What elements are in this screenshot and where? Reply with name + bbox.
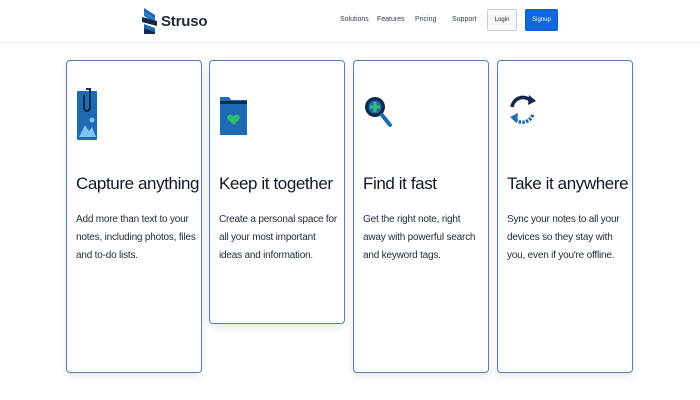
nav-features[interactable]: Features	[377, 14, 405, 26]
card-description: Create a personal space for all your mos…	[219, 214, 338, 261]
feature-card-anywhere: Take it anywhere Sync your notes to all …	[497, 60, 633, 373]
nav-pricing[interactable]: Pricing	[415, 14, 436, 26]
feature-card-capture: Capture anything Add more than text to y…	[66, 60, 202, 373]
card-title: Take it anywhere	[507, 174, 629, 193]
folder-heart-icon	[219, 94, 251, 148]
nav-support[interactable]: Support	[452, 14, 477, 26]
card-description: Add more than text to your notes, includ…	[76, 214, 196, 261]
card-title: Capture anything	[76, 174, 200, 193]
page: Struso Solutions Features Pricing Suppor…	[0, 0, 700, 400]
struso-logo-icon	[142, 8, 157, 34]
signup-button[interactable]: Signup	[525, 9, 558, 31]
brand-link[interactable]: Struso	[141, 8, 208, 34]
image-clip-icon	[76, 87, 108, 141]
search-plus-icon	[363, 87, 395, 141]
card-description: Get the right note, right away with powe…	[363, 214, 476, 261]
sync-icon	[507, 87, 539, 141]
card-description: Sync your notes to all your devices so t…	[507, 214, 620, 261]
nav-solutions[interactable]: Solutions	[340, 14, 369, 26]
feature-card-find: Find it fast Get the right note, right a…	[353, 60, 489, 373]
top-nav-bar: Struso Solutions Features Pricing Suppor…	[0, 0, 700, 43]
feature-card-together: Keep it together Create a personal space…	[209, 60, 345, 324]
card-title: Keep it together	[219, 174, 333, 193]
brand-name: Struso	[161, 12, 208, 30]
card-title: Find it fast	[363, 174, 437, 193]
login-button[interactable]: Login	[487, 9, 517, 31]
